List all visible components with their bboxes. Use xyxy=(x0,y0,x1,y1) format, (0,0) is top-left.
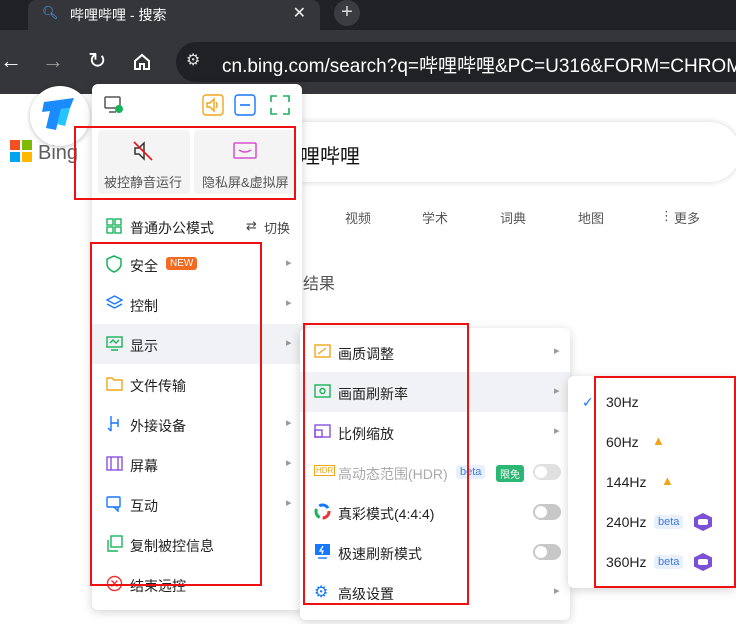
fast-refresh-toggle[interactable] xyxy=(533,544,561,560)
tab-bar: 🔍︎ 哔哩哔哩 - 搜索 ✕ + xyxy=(0,0,736,30)
tab-bing-search[interactable]: 🔍︎ 哔哩哔哩 - 搜索 ✕ xyxy=(28,0,320,30)
highlight-box-display-menu xyxy=(303,323,469,605)
address-bar[interactable]: ⚙ cn.bing.com/search?q=哔哩哔哩&PC=U316&FORM… xyxy=(176,42,736,82)
site-settings-icon[interactable]: ⚙ xyxy=(186,50,200,70)
switch-icon[interactable]: ⇄ xyxy=(246,218,257,234)
true-color-toggle[interactable] xyxy=(533,504,561,520)
microsoft-logo-icon xyxy=(10,140,32,162)
chevron-right-icon: ▸ xyxy=(554,425,560,437)
search-icon: 🔍︎ xyxy=(42,5,59,20)
chevron-right-icon: ▸ xyxy=(286,257,292,269)
office-mode-label: 普通办公模式 xyxy=(130,220,214,236)
chevron-right-icon: ▸ xyxy=(554,345,560,357)
office-mode-row[interactable]: 普通办公模式 ⇄ 切换 xyxy=(92,206,302,246)
bing-nav-academic[interactable]: 学术 xyxy=(422,208,448,227)
close-tab-icon[interactable]: ✕ xyxy=(293,3,306,23)
chevron-right-icon: ▸ xyxy=(554,385,560,397)
home-icon[interactable] xyxy=(132,52,152,72)
chevron-right-icon: ▸ xyxy=(286,337,292,349)
bing-search-box[interactable]: 哔哩哔哩 xyxy=(270,122,736,182)
chevron-right-icon: ▸ xyxy=(286,457,292,469)
results-heading: 结果 xyxy=(303,276,336,293)
grid-icon xyxy=(106,218,122,234)
bing-nav-more[interactable]: 更多 xyxy=(674,208,700,227)
bing-nav-video[interactable]: 视频 xyxy=(345,208,371,227)
more-icon[interactable]: ⋮ xyxy=(660,208,673,224)
back-arrow-icon[interactable]: ← xyxy=(0,50,22,72)
chevron-right-icon: ▸ xyxy=(554,585,560,597)
hdr-toggle[interactable] xyxy=(533,464,561,480)
highlight-box-top-cards xyxy=(74,126,296,200)
chevron-right-icon: ▸ xyxy=(286,497,292,509)
check-icon: ✓ xyxy=(582,394,594,410)
switch-label[interactable]: 切换 xyxy=(264,218,290,237)
fullscreen-icon[interactable] xyxy=(269,94,291,116)
chevron-right-icon: ▸ xyxy=(286,297,292,309)
screen: 🔍︎ 哔哩哔哩 - 搜索 ✕ + ← → ↻ ⚙ cn.bing.com/sea… xyxy=(0,0,736,624)
bing-nav-dictionary[interactable]: 词典 xyxy=(500,208,526,227)
tab-title: 哔哩哔哩 - 搜索 xyxy=(70,7,167,23)
forward-arrow-icon[interactable]: → xyxy=(42,50,64,72)
speaker-icon[interactable] xyxy=(202,94,224,116)
url-text[interactable]: cn.bing.com/search?q=哔哩哔哩&PC=U316&FORM=C… xyxy=(222,51,736,78)
chevron-right-icon: ▸ xyxy=(286,417,292,429)
monitor-check-icon[interactable] xyxy=(104,96,124,114)
new-tab-button[interactable]: + xyxy=(334,0,360,26)
highlight-box-main-menu xyxy=(90,242,262,586)
limited-free-badge: 限免 xyxy=(496,465,524,482)
reload-icon[interactable]: ↻ xyxy=(88,50,106,72)
highlight-box-refresh-menu xyxy=(594,376,736,588)
minimize-icon[interactable] xyxy=(234,94,256,116)
bing-nav-maps[interactable]: 地图 xyxy=(578,208,604,227)
